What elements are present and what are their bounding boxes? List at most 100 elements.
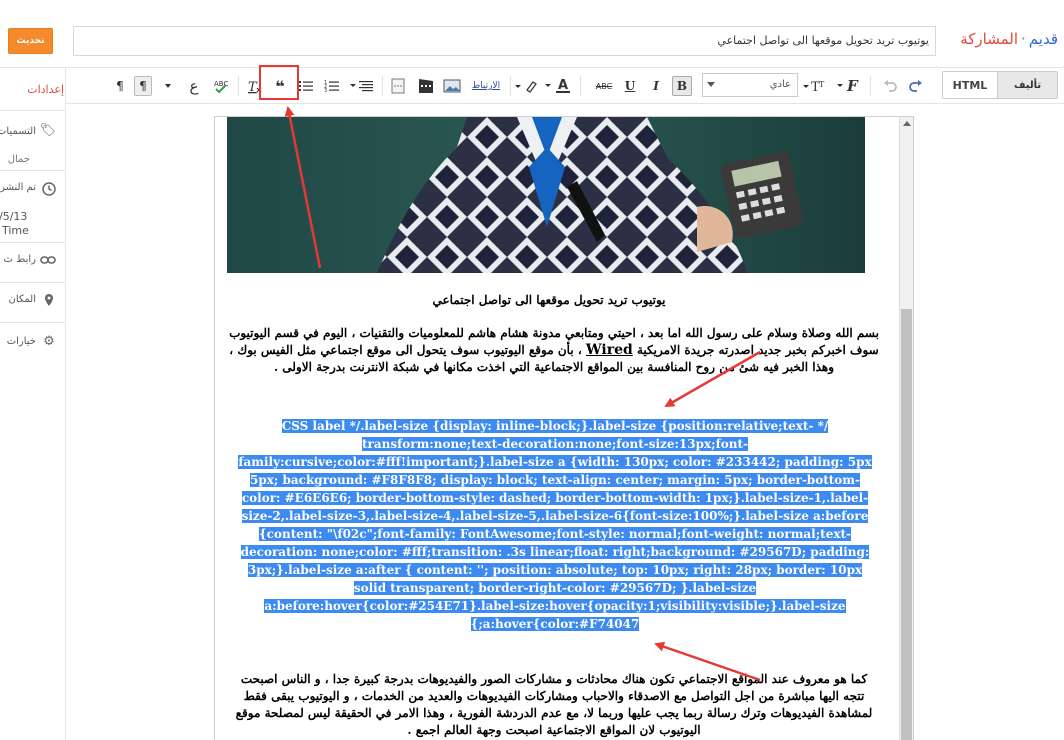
code-line-text: {content: "\f02c";font-family: FontAweso… (258, 527, 852, 541)
scroll-up-arrow-icon[interactable] (903, 121, 911, 126)
code-line: transform:none;text-decoration:none;font… (229, 435, 881, 453)
divider (0, 170, 65, 171)
align-icon (350, 81, 373, 92)
sidebar-item-location[interactable]: المكان (0, 292, 65, 312)
insert-video-button[interactable] (416, 76, 436, 96)
bold-button[interactable]: B (672, 76, 692, 96)
ltr-label: ¶ (116, 79, 124, 93)
html-mode-button[interactable]: HTML (943, 72, 997, 98)
rtl-button[interactable]: ¶ (134, 76, 152, 96)
post-settings-sidebar: إعدادات 🏷 التسميات جمال تم النشر /5/13 T… (0, 68, 66, 740)
link-label: الارتباط (471, 81, 501, 91)
svg-text:T: T (248, 80, 258, 94)
ltr-button[interactable]: ¶ (110, 76, 130, 96)
divider (0, 242, 65, 243)
sidebar-item-options[interactable]: ⚙ خيارات (0, 334, 65, 354)
code-line-text: color: #E6E6E6; border-bottom-style: das… (241, 491, 869, 505)
code-line-text: decoration: none;color: #fff;transition:… (240, 545, 870, 559)
insert-image-button[interactable] (442, 76, 462, 96)
link-icon (40, 253, 56, 267)
location-pin-icon (42, 293, 56, 307)
editor-scrollbar[interactable] (899, 117, 913, 740)
code-line: 3px;}.label-size a:after { content: ''; … (229, 561, 881, 579)
divider (580, 76, 581, 96)
code-line: a:before:hover{color:#254E71}.label-size… (229, 597, 881, 615)
divider (0, 322, 65, 323)
jump-break-icon (391, 78, 405, 94)
sidebar-item-scheduled[interactable]: تم النشر /5/13 Time (0, 180, 65, 240)
spellcheck-button[interactable]: ABC (212, 76, 232, 96)
update-button[interactable]: تحديث (8, 28, 53, 54)
code-line: {;a:hover{color:#F74047 (229, 615, 881, 633)
post-title-input[interactable]: يوتيوب تريد تحويل موقعها الى تواصل اجتما… (73, 26, 936, 56)
image-icon (443, 79, 461, 93)
breadcrumb-separator: · (1021, 30, 1026, 48)
highlight-color-button[interactable] (514, 76, 540, 96)
code-line-text: 3px;}.label-size a:after { content: ''; … (247, 563, 863, 577)
align-button[interactable] (348, 76, 376, 96)
svg-text:3: 3 (324, 88, 327, 93)
settings-header[interactable]: إعدادات (0, 82, 65, 100)
code-line-text: solid transparent; border-right-color: #… (353, 581, 757, 595)
svg-text:T: T (819, 80, 825, 89)
code-line: family:cursive;color:#fff!important;}.la… (229, 453, 881, 471)
dropdown-arrow-icon[interactable] (162, 76, 174, 96)
numbered-list-icon: 123 (324, 80, 339, 93)
gear-icon: ⚙ (43, 334, 55, 349)
code-line-text: 5px; background: #F8F8F8; display: block… (250, 473, 860, 487)
divider (382, 76, 383, 96)
divider (510, 76, 511, 96)
code-line: color: #E6E6E6; border-bottom-style: das… (229, 489, 881, 507)
sidebar-item-permalink[interactable]: رابط ث (0, 252, 65, 272)
italic-button[interactable]: I (646, 76, 666, 96)
sidebar-item-labels[interactable]: 🏷 التسميات جمال (0, 123, 65, 166)
code-line-text: a:before:hover{color:#254E71}.label-size… (264, 599, 846, 613)
post-heading: يوتيوب تريد تحويل موقعها الى تواصل اجتما… (432, 293, 666, 307)
settings-label: إعدادات (27, 83, 64, 96)
selected-css-code[interactable]: CSS label */.label-size {display: inline… (229, 417, 881, 631)
code-line: 5px; background: #F8F8F8; display: block… (229, 471, 881, 489)
text-color-button[interactable]: A (544, 76, 574, 96)
paragraph-format-value: عادي (769, 79, 791, 90)
scrollbar-thumb[interactable] (901, 309, 912, 740)
tag-icon: 🏷 (39, 123, 56, 138)
font-size-icon: TT (803, 80, 825, 94)
divider (238, 76, 239, 96)
underline-label: U (624, 79, 636, 93)
underline-button[interactable]: U (620, 76, 640, 96)
post-paragraph: كما هو معروف عند المواقع الاجتماعي تكون … (235, 672, 873, 737)
svg-text:F: F (846, 77, 859, 95)
italic-label: I (653, 79, 659, 93)
paragraph-format-select[interactable]: عادي (702, 73, 798, 97)
code-line-text: CSS label */.label-size {display: inline… (281, 419, 829, 433)
language-label: ع (189, 77, 199, 95)
divider (0, 282, 65, 283)
breadcrumb: قديم·المشاركة (960, 30, 1058, 48)
labels-label: التسميات (0, 126, 36, 137)
code-line: CSS label */.label-size {display: inline… (229, 417, 881, 435)
compose-mode-button[interactable]: تأليف (997, 72, 1057, 98)
post-editor[interactable]: يوتيوب تريد تحويل موقعها الى تواصل اجتما… (214, 116, 914, 740)
strikethrough-button[interactable]: ABC (594, 76, 614, 96)
breadcrumb-old-link[interactable]: قديم (1029, 30, 1058, 48)
font-size-button[interactable]: TT (802, 76, 828, 96)
numbered-list-button[interactable]: 123 (322, 76, 342, 96)
student-calculator-image (227, 117, 865, 273)
code-line-text: transform:none;text-decoration:none;font… (361, 437, 748, 451)
strikethrough-label: ABC (595, 81, 613, 91)
wired-link[interactable]: Wired (586, 342, 633, 358)
insert-jump-break-button[interactable] (388, 76, 408, 96)
language-button[interactable]: ع (184, 76, 204, 96)
bullet-list-button[interactable] (296, 76, 316, 96)
redo-button[interactable] (906, 76, 926, 96)
text-color-icon: A (545, 78, 570, 93)
code-line: solid transparent; border-right-color: #… (229, 579, 881, 597)
spellcheck-icon: ABC (214, 80, 228, 94)
font-family-icon: F (837, 77, 859, 95)
undo-button[interactable] (880, 76, 900, 96)
undo-icon (884, 80, 897, 92)
video-icon (419, 79, 433, 93)
link-button[interactable]: الارتباط (468, 76, 504, 96)
editor-toolbar: ¶ ¶ ع ABC T ❝ 123 الارتباط A ABC U I B ع… (66, 68, 1064, 104)
font-family-button[interactable]: F (836, 76, 862, 96)
